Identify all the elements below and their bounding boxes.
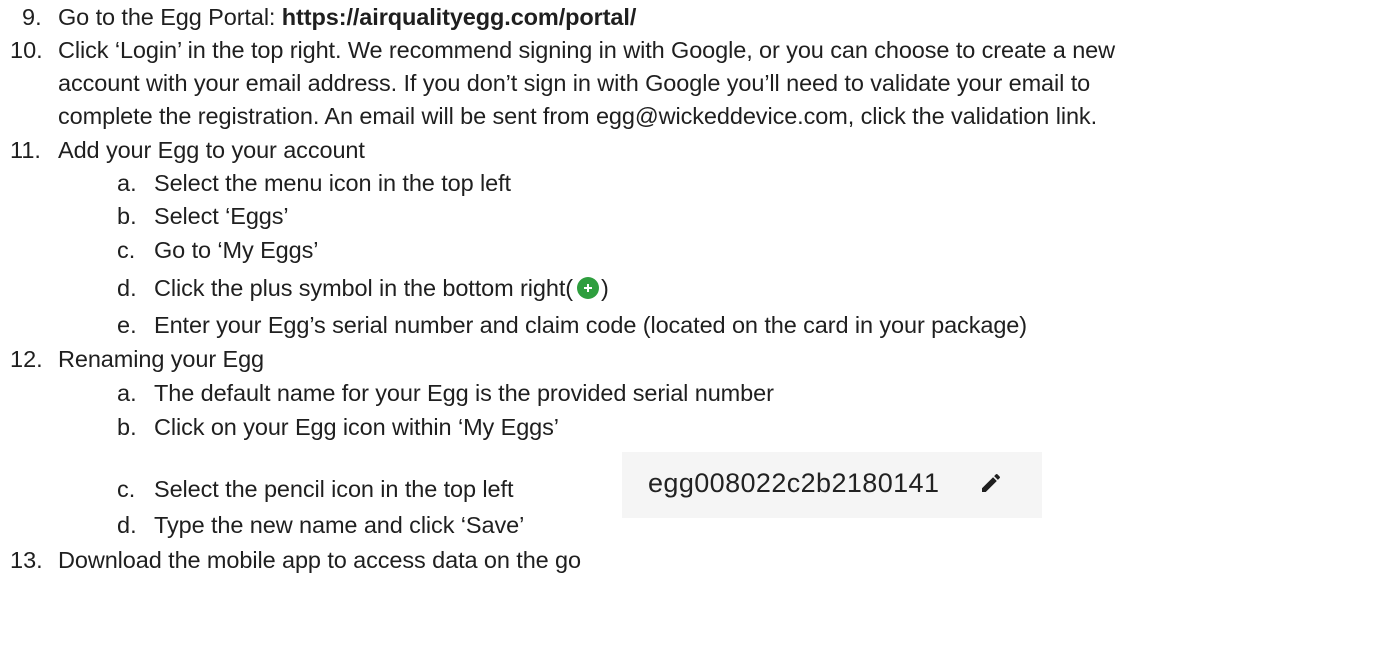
step-text: Go to the Egg Portal: [58,4,282,30]
substep-text: Select the pencil icon in the top left [154,476,514,502]
substep-text: Click the plus symbol in the bottom righ… [154,275,573,301]
substep-letter: d. [117,512,137,538]
pencil-icon [982,473,1001,492]
substep-letter: b. [117,203,137,229]
step-10-line-3: complete the registration. An email will… [58,103,1097,129]
step-11: Add your Egg to your account [58,137,365,163]
substep-text: Select ‘Eggs’ [154,203,289,229]
egg-name-screenshot: egg008022c2b2180141 [622,452,1042,518]
step-number: 13. [10,547,43,573]
substep-text: Type the new name and click ‘Save’ [154,512,525,538]
step-12: Renaming your Egg [58,346,265,372]
substep-letter: d. [117,275,137,301]
substep-d-line: Click the plus symbol in the bottom righ… [154,273,609,303]
step-number: 11. [10,137,41,163]
substep-text: Go to ‘My Eggs’ [154,237,319,263]
step-number: 10. [10,37,43,63]
step-number: 9. [22,4,42,30]
substep-letter: a. [117,380,137,406]
step-number: 12. [10,346,43,372]
step-10-line-2: account with your email address. If you … [58,70,1091,96]
plus-circle-icon [576,277,599,299]
portal-link[interactable]: https://airqualityegg.com/portal/ [282,4,637,30]
egg-name-example: egg008022c2b2180141 [648,468,940,498]
substep-text: The default name for your Egg is the pro… [154,380,774,406]
substep-text: Enter your Egg’s serial number and claim… [154,312,1027,338]
substep-letter: c. [117,476,136,502]
substep-letter: c. [117,237,136,263]
substep-letter: e. [117,312,137,338]
step-13: Download the mobile app to access data o… [58,547,581,573]
step-9: Go to the Egg Portal: https://airquality… [58,2,636,32]
substep-text: Select the menu icon in the top left [154,170,511,196]
substep-letter: a. [117,170,137,196]
substep-letter: b. [117,414,137,440]
substep-text-suffix: ) [600,275,609,301]
substep-text: Click on your Egg icon within ‘My Eggs’ [154,414,559,440]
instruction-document: 9. Go to the Egg Portal: https://airqual… [0,0,1382,654]
step-10-line-1: Click ‘Login’ in the top right. We recom… [58,37,1116,63]
